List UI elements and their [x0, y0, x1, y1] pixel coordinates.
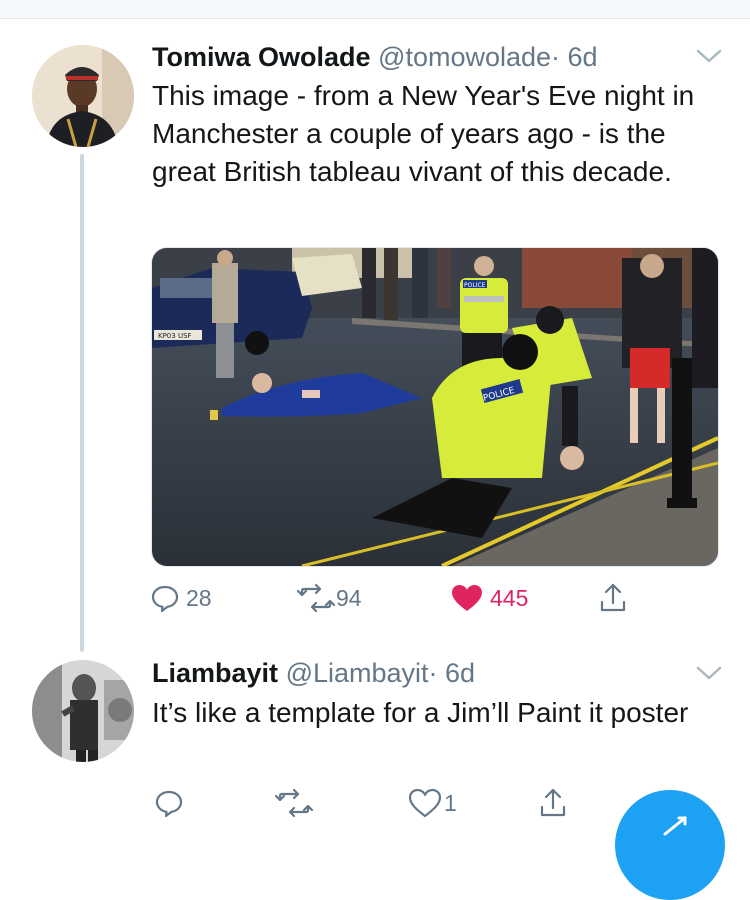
tweet-header: Tomiwa Owolade @tomowolade· 6d [152, 40, 598, 74]
retweet-button[interactable]: 94 [296, 578, 362, 618]
police-label: POLICE [464, 282, 486, 289]
tweet-time[interactable]: · 6d [429, 658, 476, 688]
photo-scene: KP03 USF POLICE POLICE [152, 248, 718, 566]
compose-icon [661, 816, 689, 841]
retweet-icon [296, 583, 336, 613]
tweet-header: Liambayit @Liambayit· 6d [152, 656, 475, 690]
like-button[interactable]: 445 [450, 578, 528, 618]
thread-line [80, 154, 84, 652]
tweet-actions: 1 [150, 783, 670, 823]
avatar[interactable] [32, 45, 134, 147]
retweet-icon [274, 788, 314, 818]
compose-button[interactable] [615, 790, 725, 900]
tweet-text: This image - from a New Year's Eve night… [152, 80, 695, 187]
reply-button[interactable]: 28 [150, 578, 212, 618]
tweet-time[interactable]: · 6d [551, 42, 598, 72]
share-button[interactable] [538, 783, 568, 823]
retweet-count: 94 [336, 584, 362, 611]
top-divider [0, 0, 750, 19]
author-name[interactable]: Liambayit [152, 658, 278, 688]
like-count: 1 [444, 789, 457, 816]
like-button[interactable]: 1 [408, 783, 457, 823]
like-icon [408, 788, 442, 818]
share-button[interactable] [598, 578, 628, 618]
tweet-text: It’s like a template for a Jim’ll Paint … [152, 697, 689, 728]
reply-icon [154, 788, 184, 818]
tweet-photo[interactable]: KP03 USF POLICE POLICE [151, 247, 719, 567]
author-handle[interactable]: @Liambayit [286, 658, 429, 688]
car-plate: KP03 USF [158, 332, 192, 340]
reply-icon [150, 583, 180, 613]
reply-count: 28 [186, 584, 212, 611]
share-icon [598, 582, 628, 614]
like-icon [450, 583, 484, 613]
share-icon [538, 787, 568, 819]
avatar[interactable] [32, 660, 134, 762]
author-name[interactable]: Tomiwa Owolade [152, 42, 371, 72]
chevron-down-icon[interactable] [694, 46, 724, 66]
like-count: 445 [490, 584, 529, 611]
tweet-actions: 28 94 445 [150, 578, 670, 618]
author-handle[interactable]: @tomowolade [378, 42, 551, 72]
chevron-down-icon[interactable] [694, 663, 724, 683]
reply-button[interactable] [154, 783, 184, 823]
retweet-button[interactable] [274, 783, 314, 823]
